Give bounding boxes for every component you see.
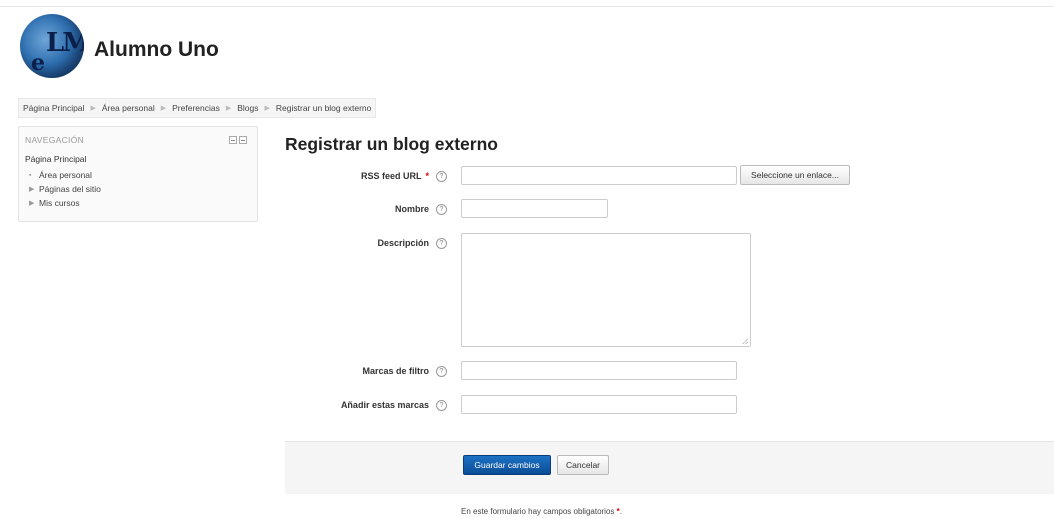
nav-item-paginas-sitio[interactable]: ▶ Páginas del sitio xyxy=(29,184,101,194)
add-tags-label-text: Añadir estas marcas xyxy=(340,400,429,410)
breadcrumb-separator-icon: ▶ xyxy=(264,105,270,112)
block-controls xyxy=(229,136,247,144)
help-icon[interactable]: ? xyxy=(436,365,447,377)
nav-item-mis-cursos[interactable]: ▶ Mis cursos xyxy=(29,198,80,208)
description-label-text: Descripción xyxy=(377,238,429,248)
name-label: Nombre ? xyxy=(277,202,447,216)
breadcrumb-separator-icon: ▶ xyxy=(225,105,232,112)
required-icon: * xyxy=(425,171,429,181)
required-icon: * xyxy=(616,507,620,516)
help-icon[interactable]: ? xyxy=(436,237,447,249)
breadcrumb-separator-icon: ▶ xyxy=(160,105,167,112)
resize-handle-icon[interactable] xyxy=(742,338,748,344)
breadcrumb-item[interactable]: Blogs xyxy=(237,103,258,113)
nav-item-label: Mis cursos xyxy=(39,198,80,208)
bullet-icon: ▪ xyxy=(29,171,32,179)
name-input[interactable] xyxy=(461,199,608,218)
required-fields-note: En este formulario hay campos obligatori… xyxy=(461,507,623,516)
description-textarea[interactable] xyxy=(461,233,751,347)
filter-tags-label: Marcas de filtro ? xyxy=(277,364,447,378)
expand-arrow-icon: ▶ xyxy=(29,200,35,207)
add-tags-input[interactable] xyxy=(461,395,737,414)
site-title[interactable]: Alumno Uno xyxy=(94,38,219,62)
cancel-button[interactable]: Cancelar xyxy=(557,455,609,475)
navigation-block: NAVEGACIÓN Página Principal ▪ Área perso… xyxy=(18,126,258,222)
nav-item-label: Área personal xyxy=(39,170,92,180)
page-title: Registrar un blog externo xyxy=(285,134,498,154)
nav-item-label: Páginas del sitio xyxy=(39,184,101,194)
breadcrumb-current: Registrar un blog externo xyxy=(275,103,372,113)
required-note-text: En este formulario hay campos obligatori… xyxy=(461,507,615,516)
filter-tags-input[interactable] xyxy=(461,361,737,380)
navigation-heading: NAVEGACIÓN xyxy=(25,135,85,145)
help-icon[interactable]: ? xyxy=(436,203,447,215)
site-logo[interactable]: LM e xyxy=(20,14,84,78)
top-border xyxy=(0,0,1054,7)
filter-tags-label-text: Marcas de filtro xyxy=(362,366,429,376)
rss-feed-url-label: RSS feed URL * ? xyxy=(277,169,447,183)
breadcrumb: Página Principal ▶ Área personal ▶ Prefe… xyxy=(18,98,377,118)
nav-item-area-personal[interactable]: ▪ Área personal xyxy=(29,170,92,180)
help-icon[interactable]: ? xyxy=(436,170,447,182)
breadcrumb-separator-icon: ▶ xyxy=(90,105,96,112)
save-changes-button[interactable]: Guardar cambios xyxy=(463,455,551,475)
logo-letter-e: e xyxy=(31,50,45,76)
expand-arrow-icon: ▶ xyxy=(29,186,35,193)
breadcrumb-item[interactable]: Preferencias xyxy=(172,103,220,113)
rss-feed-url-input[interactable] xyxy=(461,166,737,185)
logo-letters: LM xyxy=(46,28,84,58)
breadcrumb-item[interactable]: Página Principal xyxy=(23,103,84,113)
name-label-text: Nombre xyxy=(394,204,429,214)
collapse-block-icon[interactable] xyxy=(229,136,237,144)
add-tags-label: Añadir estas marcas ? xyxy=(277,398,447,412)
dock-block-icon[interactable] xyxy=(239,136,247,144)
form-actions-bar xyxy=(285,441,1054,494)
select-link-button[interactable]: Seleccione un enlace... xyxy=(740,165,850,185)
breadcrumb-item[interactable]: Área personal xyxy=(102,103,155,113)
nav-item-home[interactable]: Página Principal xyxy=(25,154,86,164)
description-label: Descripción ? xyxy=(277,236,447,250)
rss-label-text: RSS feed URL xyxy=(360,171,422,181)
help-icon[interactable]: ? xyxy=(436,399,447,411)
